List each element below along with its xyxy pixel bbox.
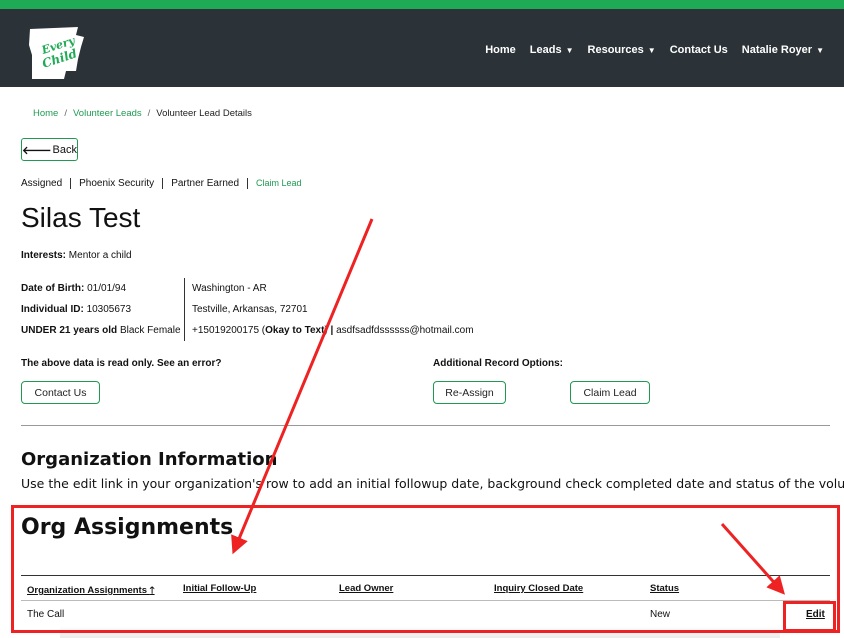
row-status: New bbox=[650, 609, 671, 620]
county: Washington - AR bbox=[192, 283, 267, 294]
phone: +15019200175 ( bbox=[192, 325, 266, 336]
nav-home[interactable]: Home bbox=[485, 44, 516, 56]
section-divider bbox=[21, 425, 830, 426]
col-initial-follow-up[interactable]: Initial Follow-Up bbox=[183, 583, 256, 594]
nav-leads-dropdown[interactable]: Leads ▼ bbox=[530, 44, 574, 56]
nav-resources-label: Resources bbox=[587, 44, 644, 56]
table-header-border bbox=[21, 600, 830, 601]
claim-lead-button[interactable]: Claim Lead bbox=[570, 381, 650, 404]
claim-lead-link[interactable]: Claim Lead bbox=[247, 178, 310, 189]
personal-info: Date of Birth: 01/01/94 Individual ID: 1… bbox=[21, 278, 183, 341]
phone-email-row: +15019200175 (Okay to Text) | asdfsadfds… bbox=[192, 320, 474, 341]
breadcrumb-separator: / bbox=[147, 108, 151, 119]
dob-value: 01/01/94 bbox=[87, 283, 127, 294]
edit-link[interactable]: Edit bbox=[806, 609, 825, 620]
table-top-border bbox=[21, 575, 830, 576]
annotation-arrow-assignments bbox=[231, 218, 374, 555]
id-value: 10305673 bbox=[86, 304, 132, 315]
readonly-notice: The above data is read only. See an erro… bbox=[21, 358, 222, 369]
email-separator: | bbox=[327, 325, 337, 336]
caret-down-icon: ▼ bbox=[565, 46, 574, 55]
arrow-up-icon: 🡑 bbox=[149, 585, 155, 596]
age-label: UNDER 21 years old bbox=[21, 325, 118, 336]
col-inquiry-closed-date[interactable]: Inquiry Closed Date bbox=[494, 583, 583, 594]
breadcrumb-volunteer-leads[interactable]: Volunteer Leads bbox=[73, 108, 142, 119]
id-label: Individual ID: bbox=[21, 304, 84, 315]
okay-to-text: Okay to Text bbox=[265, 325, 325, 336]
col-label: Organization Assignments bbox=[27, 585, 147, 596]
every-child-logo[interactable]: Every Child bbox=[26, 25, 86, 81]
additional-options-label: Additional Record Options: bbox=[433, 358, 563, 369]
row-organization: The Call bbox=[27, 609, 65, 620]
breadcrumb: Home / Volunteer Leads / Volunteer Lead Deta… bbox=[33, 108, 252, 119]
nav-user-label: Natalie Royer bbox=[741, 44, 813, 56]
annotation-arrow-edit bbox=[720, 523, 785, 595]
volunteer-name: Silas Test bbox=[21, 202, 141, 233]
arrow-left-icon: 🡐 bbox=[22, 144, 52, 157]
breadcrumb-home[interactable]: Home bbox=[33, 108, 58, 119]
org-info-title: Organization Information bbox=[21, 449, 278, 470]
breadcrumb-separator: / bbox=[64, 108, 67, 119]
status-organization: Phoenix Security bbox=[70, 178, 162, 189]
info-divider bbox=[184, 278, 185, 341]
org-assignments-title: Org Assignments bbox=[21, 515, 234, 540]
main-nav: Home Leads ▼ Resources ▼ Contact Us Natali… bbox=[485, 44, 824, 56]
back-label: Back bbox=[52, 143, 77, 156]
navbar: Every Child Home Leads ▼ Resources ▼ Conta… bbox=[0, 9, 844, 87]
reassign-button[interactable]: Re-Assign bbox=[433, 381, 506, 404]
nav-user-dropdown[interactable]: Natalie Royer ▼ bbox=[742, 44, 824, 56]
col-status[interactable]: Status bbox=[650, 583, 679, 594]
demographic-value: Black Female bbox=[119, 325, 181, 336]
breadcrumb-current: Volunteer Lead Details bbox=[156, 108, 252, 119]
interests: Interests: Mentor a child bbox=[21, 250, 132, 261]
caret-down-icon: ▼ bbox=[647, 46, 656, 55]
status-partner-earned: Partner Earned bbox=[162, 178, 247, 189]
back-button[interactable]: 🡐 Back bbox=[21, 138, 78, 161]
interests-value: Mentor a child bbox=[68, 250, 132, 261]
bottom-shadow bbox=[60, 626, 780, 638]
nav-leads-label: Leads bbox=[529, 44, 562, 56]
top-accent-bar bbox=[0, 0, 844, 9]
contact-us-button[interactable]: Contact Us bbox=[21, 381, 100, 404]
org-info-description: Use the edit link in your organization's… bbox=[21, 476, 844, 491]
address: Testville, Arkansas, 72701 bbox=[192, 304, 308, 315]
individual-id-row: Individual ID: 10305673 bbox=[21, 299, 183, 320]
col-organization-assignments[interactable]: Organization Assignments 🡑 bbox=[27, 583, 155, 599]
contact-info: Washington - AR Testville, Arkansas, 727… bbox=[192, 278, 474, 341]
demographic-row: UNDER 21 years old Black Female bbox=[21, 320, 183, 341]
dob-row: Date of Birth: 01/01/94 bbox=[21, 278, 183, 299]
dob-label: Date of Birth: bbox=[21, 283, 85, 294]
nav-contact[interactable]: Contact Us bbox=[670, 44, 728, 56]
lead-status-row: Assigned Phoenix Security Partner Earned… bbox=[21, 178, 310, 189]
interests-label: Interests: bbox=[21, 250, 67, 261]
col-lead-owner[interactable]: Lead Owner bbox=[339, 583, 393, 594]
status-assigned: Assigned bbox=[21, 178, 63, 189]
caret-down-icon: ▼ bbox=[816, 46, 824, 55]
nav-resources-dropdown[interactable]: Resources ▼ bbox=[588, 44, 656, 56]
email: asdfsadfdssssss@hotmail.com bbox=[336, 325, 474, 336]
